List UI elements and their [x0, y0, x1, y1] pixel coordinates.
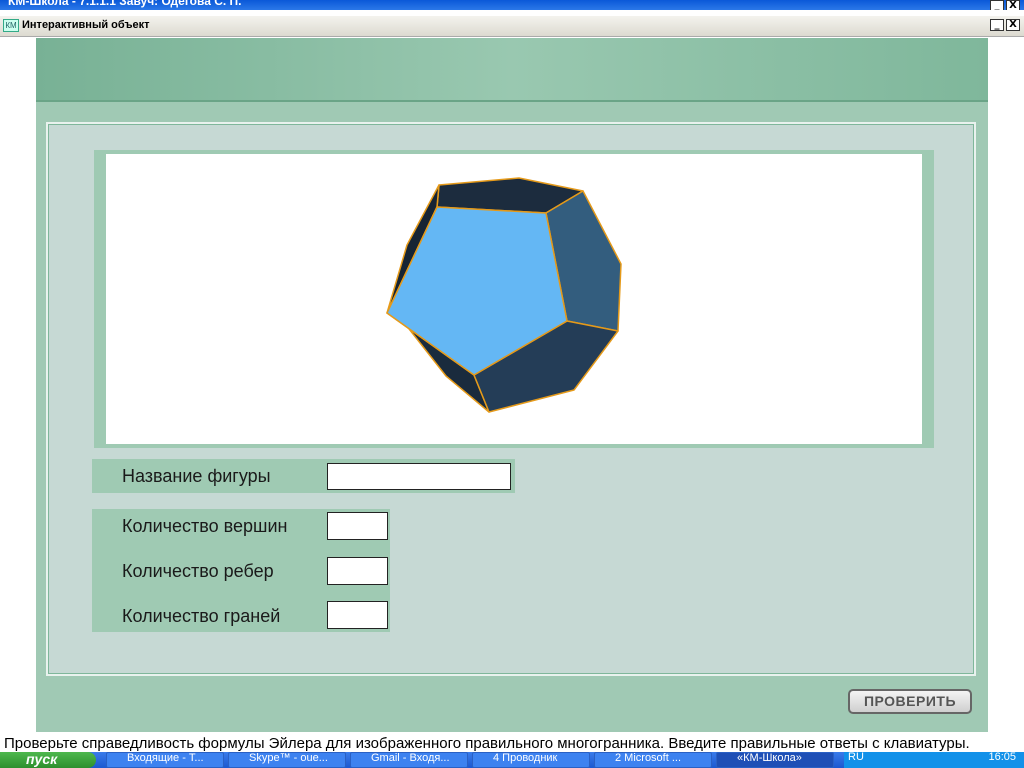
- taskbar-item[interactable]: «КМ-Школа»: [716, 752, 834, 768]
- outer-minimize-button[interactable]: _: [990, 0, 1004, 10]
- figure-name-row: Название фигуры: [92, 459, 515, 493]
- vertices-input[interactable]: [327, 512, 388, 540]
- edges-label: Количество ребер: [122, 561, 274, 581]
- dodecahedron-image: [386, 177, 622, 413]
- minimize-button[interactable]: _: [990, 19, 1004, 31]
- taskbar-item[interactable]: Skype™ - oue...: [228, 752, 346, 768]
- faces-label: Количество граней: [122, 606, 281, 626]
- figure-frame: [94, 150, 934, 448]
- taskbar-item[interactable]: Gmail - Входя...: [350, 752, 468, 768]
- faces-input[interactable]: [327, 601, 388, 629]
- taskbar: пуск Входящие - T... Skype™ - oue... Gma…: [0, 752, 1024, 768]
- taskbar-item[interactable]: Входящие - T...: [106, 752, 224, 768]
- figure-name-input[interactable]: [327, 463, 511, 490]
- app-icon: КМ: [3, 19, 19, 32]
- system-tray: RU 16:05: [844, 752, 1024, 768]
- vertices-label: Количество вершин: [122, 516, 288, 536]
- language-indicator[interactable]: RU: [848, 752, 864, 763]
- taskbar-item[interactable]: 2 Microsoft ...: [594, 752, 712, 768]
- window-title: Интерактивный объект: [22, 19, 150, 31]
- outer-window-controls: _ X: [990, 0, 1020, 10]
- outer-window-title: КМ-Школа - 7.1.1.1 Завуч: Одегова С. П.: [8, 0, 242, 8]
- outer-title-bar: КМ-Школа - 7.1.1.1 Завуч: Одегова С. П. …: [0, 0, 1024, 10]
- counts-group: Количество вершин Количество ребер Колич…: [92, 509, 390, 632]
- outer-close-button[interactable]: X: [1006, 0, 1020, 10]
- check-button[interactable]: ПРОВЕРИТЬ: [848, 689, 972, 714]
- window-title-bar: КМ Интерактивный объект _ X: [0, 16, 1024, 37]
- clock: 16:05: [988, 752, 1016, 763]
- figure-name-label: Название фигуры: [122, 466, 271, 486]
- app-header-banner: [36, 38, 988, 102]
- taskbar-tasks: Входящие - T... Skype™ - oue... Gmail - …: [106, 752, 834, 768]
- figure-canvas: [106, 154, 922, 444]
- window-controls: _ X: [990, 19, 1020, 31]
- start-button[interactable]: пуск: [0, 752, 96, 768]
- close-button[interactable]: X: [1006, 19, 1020, 31]
- interactive-object: Название фигуры Количество вершин Количе…: [36, 38, 988, 732]
- taskbar-item[interactable]: 4 Проводник: [472, 752, 590, 768]
- edges-input[interactable]: [327, 557, 388, 585]
